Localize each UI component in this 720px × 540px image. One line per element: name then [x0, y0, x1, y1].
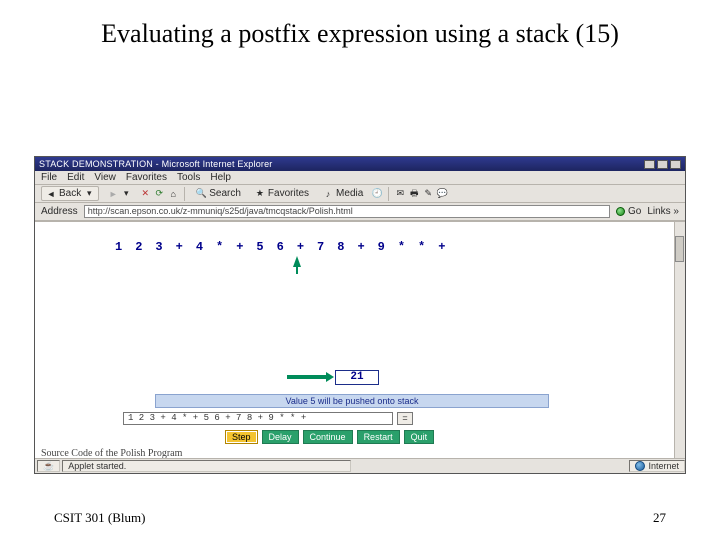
token: 7 — [317, 240, 324, 254]
close-button[interactable] — [670, 160, 681, 169]
menu-favorites[interactable]: Favorites — [126, 172, 167, 183]
token: 6 — [277, 240, 284, 254]
menu-bar: File Edit View Favorites Tools Help — [35, 171, 685, 185]
favorites-button[interactable]: ★ Favorites — [250, 186, 314, 201]
token: * — [398, 240, 405, 254]
address-input[interactable]: http://scan.epson.co.uk/z-mmuniq/s25d/ja… — [84, 205, 610, 218]
evaluate-button[interactable]: = — [397, 412, 413, 425]
continue-button[interactable]: Continue — [303, 430, 353, 444]
applet-button-row: Step Delay Continue Restart Quit — [225, 430, 434, 444]
media-button[interactable]: ♪ Media — [318, 186, 368, 201]
step-button[interactable]: Step — [225, 430, 258, 444]
address-bar: Address http://scan.epson.co.uk/z-mmuniq… — [35, 203, 685, 221]
token: 4 — [196, 240, 203, 254]
star-icon: ★ — [255, 189, 265, 199]
maximize-button[interactable] — [657, 160, 668, 169]
go-label: Go — [628, 206, 641, 217]
minimize-button[interactable] — [644, 160, 655, 169]
status-bar: ☕ Applet started. Internet — [35, 458, 685, 473]
edit-icon[interactable]: ✎ — [423, 189, 433, 199]
token: 5 — [256, 240, 263, 254]
menu-view[interactable]: View — [94, 172, 116, 183]
home-icon[interactable]: ⌂ — [168, 189, 178, 199]
token: + — [297, 240, 304, 254]
back-arrow-icon: ◄ — [46, 189, 56, 199]
favorites-label: Favorites — [268, 188, 309, 199]
toolbar: ◄ Back ▾ ► ▾ ✕ ⟳ ⌂ 🔍 Search ★ Favorites … — [35, 185, 685, 203]
footer-page-number: 27 — [653, 510, 666, 526]
applet-icon: ☕ — [37, 460, 60, 472]
footer-left: CSIT 301 (Blum) — [54, 510, 146, 526]
menu-file[interactable]: File — [41, 172, 57, 183]
chevron-down-icon: ▾ — [121, 189, 131, 199]
current-token-arrow-icon — [293, 256, 301, 267]
stack-top-cell: 21 — [335, 370, 379, 385]
expression-input[interactable]: 1 2 3 + 4 * + 5 6 + 7 8 + 9 * * + — [123, 412, 393, 425]
search-button[interactable]: 🔍 Search — [191, 186, 246, 201]
vertical-scroll-thumb[interactable] — [675, 236, 684, 262]
media-label: Media — [336, 188, 363, 199]
go-button[interactable]: Go — [616, 206, 641, 217]
back-label: Back — [59, 188, 81, 199]
window-title-text: STACK DEMONSTRATION - Microsoft Internet… — [39, 159, 273, 169]
token: 8 — [337, 240, 344, 254]
token: + — [176, 240, 183, 254]
forward-button[interactable]: ► ▾ — [103, 187, 136, 201]
delay-button[interactable]: Delay — [262, 430, 299, 444]
token: 1 — [115, 240, 122, 254]
links-label[interactable]: Links » — [647, 206, 679, 217]
stack-push-arrow-icon — [287, 375, 327, 379]
address-label: Address — [41, 206, 78, 217]
globe-icon — [635, 461, 645, 471]
token: * — [418, 240, 425, 254]
status-text: Applet started. — [62, 460, 351, 472]
token: * — [216, 240, 223, 254]
stop-icon[interactable]: ✕ — [140, 189, 150, 199]
search-label: Search — [209, 188, 241, 199]
status-message: Value 5 will be pushed onto stack — [155, 394, 549, 408]
slide-footer: CSIT 301 (Blum) 27 — [0, 510, 720, 526]
forward-arrow-icon: ► — [108, 189, 118, 199]
menu-tools[interactable]: Tools — [177, 172, 200, 183]
history-icon[interactable]: 🕘 — [372, 189, 382, 199]
token: + — [236, 240, 243, 254]
search-icon: 🔍 — [196, 189, 206, 199]
quit-button[interactable]: Quit — [404, 430, 435, 444]
discuss-icon[interactable]: 💬 — [437, 189, 447, 199]
mail-icon[interactable]: ✉ — [395, 189, 405, 199]
content-area: 1 2 3 + 4 * + 5 6 + 7 8 + 9 * * + 21 Val… — [35, 221, 685, 459]
token: 2 — [135, 240, 142, 254]
token: 9 — [378, 240, 385, 254]
go-arrow-icon — [616, 207, 625, 216]
menu-edit[interactable]: Edit — [67, 172, 84, 183]
window-titlebar[interactable]: STACK DEMONSTRATION - Microsoft Internet… — [35, 157, 685, 171]
token: 3 — [155, 240, 162, 254]
refresh-icon[interactable]: ⟳ — [154, 189, 164, 199]
zone-indicator: Internet — [629, 460, 685, 472]
token: + — [357, 240, 364, 254]
chevron-down-icon: ▾ — [84, 189, 94, 199]
back-button[interactable]: ◄ Back ▾ — [41, 186, 99, 201]
expression-token-row: 1 2 3 + 4 * + 5 6 + 7 8 + 9 * * + — [115, 240, 445, 254]
slide-title: Evaluating a postfix expression using a … — [0, 0, 720, 59]
menu-help[interactable]: Help — [210, 172, 231, 183]
token: + — [438, 240, 445, 254]
media-icon: ♪ — [323, 189, 333, 199]
zone-label: Internet — [648, 461, 679, 471]
print-icon[interactable]: 🖶 — [409, 189, 419, 199]
restart-button[interactable]: Restart — [357, 430, 400, 444]
browser-window: STACK DEMONSTRATION - Microsoft Internet… — [34, 156, 686, 474]
